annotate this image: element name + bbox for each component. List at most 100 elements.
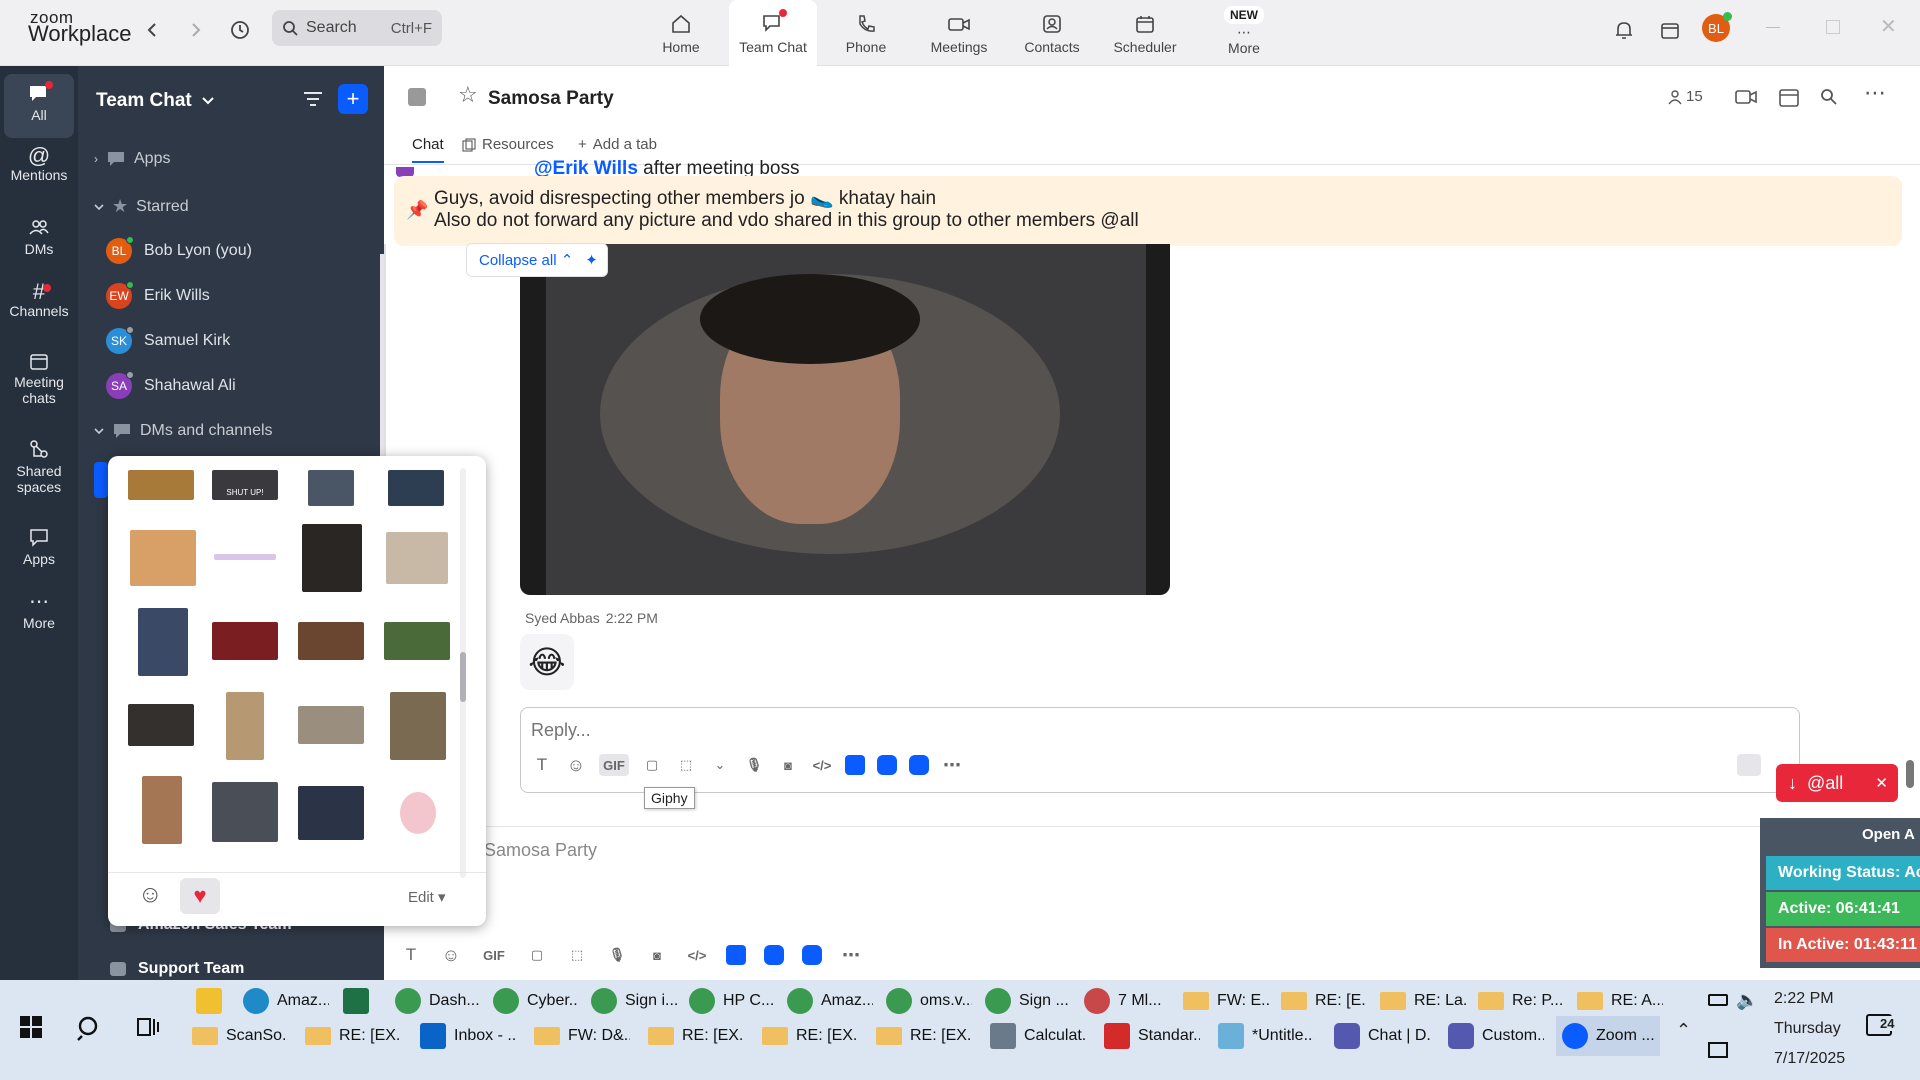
gif-thumbnail[interactable]: SHUT UP! [212,470,278,500]
tab-more[interactable]: NEW ⋯ More [1200,0,1288,66]
taskbar-outlook[interactable]: Inbox - ... [420,1016,516,1056]
minimize-icon[interactable] [1766,27,1780,28]
file-icon[interactable]: ▢ [526,944,548,966]
taskbar-chrome-4[interactable]: HP C... [689,981,775,1021]
emoji-icon[interactable]: ☺ [565,754,587,776]
taskbar-chrome-2[interactable]: Cyber... [493,981,579,1021]
members-button[interactable]: 15 [1668,88,1703,105]
video-call-icon[interactable] [1734,88,1758,106]
clock-day[interactable]: Thursday [1774,1020,1841,1038]
taskbar-chrome-1[interactable]: Dash... [395,981,481,1021]
tab-add[interactable]: + Add a tab [578,136,657,153]
reply-box[interactable]: T ☺ GIF ▢ ⬚ ⌄ 🎙 ◙ </> ⋯ [520,707,1800,793]
open-label[interactable]: Open A [1862,826,1915,843]
maximize-icon[interactable] [1826,20,1840,34]
clock-date[interactable]: 7/17/2025 [1774,1050,1845,1068]
gif-thumbnail[interactable] [128,704,194,746]
app-icon-2[interactable] [877,755,897,775]
emoji-tab-icon[interactable]: ☺ [138,881,163,909]
search-box[interactable]: Search Ctrl+F [272,10,442,46]
tab-meetings[interactable]: Meetings [915,0,1003,66]
mic-icon[interactable]: 🎙 [743,754,765,776]
gif-thumbnail[interactable] [384,622,450,660]
taskbar-teams-custom[interactable]: Custom... [1448,1016,1544,1056]
mention-jump-chip[interactable]: ↓ @all ✕ [1776,764,1898,802]
apps-group[interactable]: › Apps [94,150,170,168]
gif-thumbnail[interactable] [138,608,188,676]
app-icon-1[interactable] [845,755,865,775]
taskbar-notepad[interactable]: *Untitle... [1218,1016,1314,1056]
taskbar-row2-mail-1[interactable]: RE: [EX... [305,1016,401,1056]
file-icon[interactable]: ▢ [641,754,663,776]
gif-thumbnail[interactable] [212,782,278,842]
taskbar-file-explorer[interactable] [196,981,230,1021]
taskbar-chrome-7[interactable]: Sign ... [985,981,1071,1021]
compose-placeholder[interactable]: Samosa Party [484,840,597,861]
more-dots-icon[interactable]: ⋯ [941,754,963,776]
taskbar-mail-5[interactable]: RE: A... [1577,981,1663,1021]
gif-thumbnail[interactable] [400,792,436,834]
calendar-icon[interactable] [1778,86,1800,108]
video-message[interactable] [520,244,1170,595]
task-view-icon[interactable] [136,1016,160,1038]
channel-support-team[interactable]: Support Team [110,960,244,978]
taskbar-chrome-5[interactable]: Amaz... [787,981,873,1021]
gif-thumbnail[interactable] [390,692,446,760]
text-format-icon[interactable]: T [400,944,422,966]
taskbar-excel[interactable] [343,981,377,1021]
volume-icon[interactable]: 🔈 [1736,990,1758,1011]
taskbar-chrome-8[interactable]: 7 Ml... [1084,981,1170,1021]
clock-time[interactable]: 2:22 PM [1774,990,1834,1008]
rail-apps[interactable]: Apps [4,526,74,567]
taskbar-teams-chat[interactable]: Chat | D... [1334,1016,1430,1056]
code-icon[interactable]: </> [811,754,833,776]
history-icon[interactable] [224,14,256,46]
taskbar-zoom[interactable]: Zoom ... [1556,1016,1660,1056]
taskbar-chrome-3[interactable]: Sign i... [591,981,677,1021]
tab-contacts[interactable]: Contacts [1008,0,1096,66]
collapse-all-button[interactable]: Collapse all ⌃ ✦ [466,243,608,277]
tab-resources[interactable]: Resources [462,136,554,153]
taskbar-row2-mail-3[interactable]: RE: [EX... [648,1016,744,1056]
taskbar-row2-mail-4[interactable]: RE: [EX... [762,1016,858,1056]
code-icon[interactable]: </> [686,944,708,966]
contact-shahawal-ali[interactable]: SA Shahawal Ali [106,371,236,399]
gif-thumbnail[interactable] [226,692,264,760]
reply-input[interactable] [531,716,1431,744]
tab-phone[interactable]: Phone [822,0,910,66]
chevron-up-icon[interactable]: ⌃ [1676,1020,1691,1041]
chevron-down-icon[interactable]: ⌄ [709,754,731,776]
taskbar-scanso[interactable]: ScanSo... [192,1016,288,1056]
dms-channels-group[interactable]: DMs and channels [94,422,273,440]
screenshot-icon[interactable]: ⬚ [566,944,588,966]
rail-channels[interactable]: # Channels [4,281,74,320]
bell-icon[interactable] [1608,14,1640,46]
picker-scrollbar-thumb[interactable] [460,652,466,702]
star-icon[interactable]: ☆ [458,82,478,108]
taskbar-row2-mail-2[interactable]: FW: D&... [534,1016,630,1056]
taskbar-pdf[interactable]: Standar... [1104,1016,1200,1056]
screenshot-icon[interactable]: ⬚ [675,754,697,776]
tab-home[interactable]: Home [637,0,725,66]
contact-samuel-kirk[interactable]: SK Samuel Kirk [106,326,230,354]
tab-team-chat[interactable]: Team Chat [729,0,817,67]
contact-bob-lyon[interactable]: BL Bob Lyon (you) [106,236,252,264]
taskbar-mail-1[interactable]: FW: E... [1183,981,1269,1021]
gif-thumbnail[interactable] [142,776,182,844]
gif-thumbnail[interactable] [212,622,278,660]
pinned-message[interactable]: 📌 Guys, avoid disrespecting other member… [394,176,1902,246]
send-icon[interactable] [1737,754,1761,776]
gif-thumbnail[interactable] [308,470,354,506]
more-dots-icon[interactable]: ⋯ [840,944,862,966]
tab-scheduler[interactable]: Scheduler [1101,0,1189,66]
text-format-icon[interactable]: T [531,754,553,776]
search-icon[interactable] [76,1014,104,1042]
rail-meeting-chats[interactable]: Meeting chats [4,351,74,406]
filter-icon[interactable] [302,90,324,108]
taskbar-row2-mail-5[interactable]: RE: [EX... [876,1016,972,1056]
rail-all[interactable]: All [4,74,74,138]
app-icon-3[interactable] [909,755,929,775]
new-chat-plus-icon[interactable]: + [338,84,368,114]
gif-icon[interactable]: GIF [480,944,508,966]
starred-group[interactable]: ★ Starred [94,196,189,217]
